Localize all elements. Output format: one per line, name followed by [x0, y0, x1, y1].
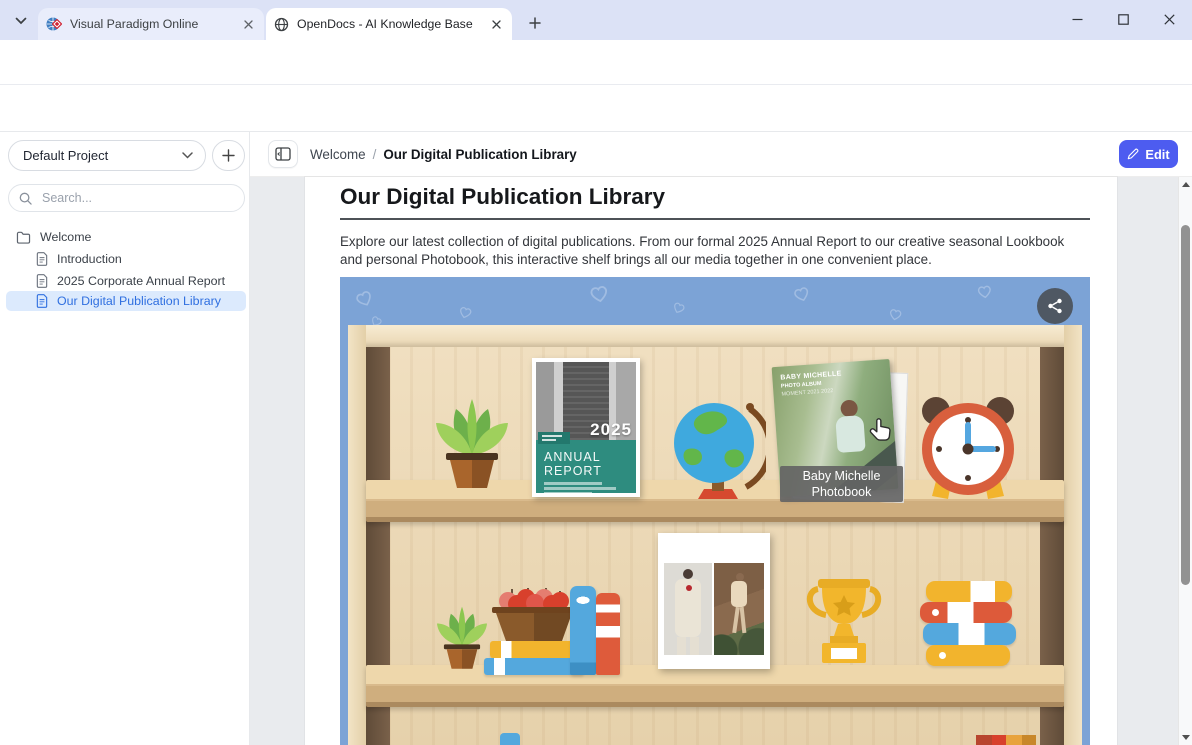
item-label: Our Digital Publication Library — [57, 294, 221, 308]
stacked-book-yellow — [490, 641, 580, 658]
photobook[interactable]: BABY MICHELLE PHOTO ALBUM MOMENT 2021 20… — [776, 361, 908, 507]
report-year: 2025 — [590, 420, 632, 440]
chevron-down-icon — [182, 152, 193, 159]
photobook-cover-title: BABY MICHELLE — [780, 370, 842, 381]
horizontal-book-stack — [920, 581, 1016, 669]
photobook-cover-caption: MOMENT 2021 2022 — [781, 388, 833, 398]
scrollbar[interactable] — [1178, 177, 1192, 745]
page-title: Our Digital Publication Library — [340, 184, 665, 210]
lookbook-magazine[interactable] — [658, 533, 770, 669]
window-close-button[interactable] — [1148, 0, 1190, 38]
browser-toolbar: ai-toolbox.visual-paradigm.com/app/opend… — [0, 40, 1192, 85]
document-icon — [36, 252, 48, 266]
sidebar-item-introduction[interactable]: Introduction — [36, 250, 242, 268]
sidebar-item-annual-report[interactable]: 2025 Corporate Annual Report — [36, 272, 242, 290]
report-text-line — [544, 482, 602, 485]
shelf-frame-top — [348, 325, 1082, 347]
tab-opendocs[interactable]: OpenDocs - AI Knowledge Base — [266, 8, 512, 40]
tab-visual-paradigm[interactable]: Visual Paradigm Online — [38, 8, 264, 40]
document-icon — [36, 294, 48, 308]
breadcrumb: Welcome / Our Digital Publication Librar… — [310, 132, 577, 176]
heart-doodle-icon — [790, 282, 813, 304]
tab-title: Visual Paradigm Online — [70, 17, 232, 31]
vertical-book-blue — [570, 586, 596, 675]
bottom-shelf-books — [976, 735, 1040, 745]
succulent-plant — [426, 393, 518, 489]
photobook-tooltip: Baby Michelle Photobook — [780, 466, 903, 502]
globe — [670, 393, 766, 501]
heart-doodle-icon — [975, 282, 994, 300]
tab-title: OpenDocs - AI Knowledge Base — [297, 17, 480, 31]
vertical-book-red — [596, 593, 620, 675]
folder-icon — [16, 231, 31, 244]
scrollbar-down-arrow[interactable] — [1182, 735, 1190, 740]
new-tab-button[interactable] — [522, 10, 548, 36]
content-area: Our Digital Publication Library Explore … — [250, 177, 1178, 745]
lookbook-photo-left — [664, 563, 712, 655]
tab-search-button[interactable] — [8, 9, 34, 33]
plus-icon — [529, 17, 541, 29]
tab-strip: Visual Paradigm Online OpenDocs - AI Kno… — [0, 0, 1192, 40]
scrollbar-thumb[interactable] — [1181, 225, 1190, 585]
report-title: ANNUAL REPORT — [544, 450, 602, 478]
hand-cursor-icon — [868, 417, 896, 447]
title-rule — [340, 218, 1090, 220]
chevron-down-icon — [15, 17, 27, 25]
sidebar-toggle-button[interactable] — [268, 140, 298, 168]
tab-close-icon[interactable] — [488, 16, 504, 32]
bookshelf-illustration[interactable]: 2025 ANNUAL REPORT — [340, 277, 1090, 745]
add-document-button[interactable] — [212, 140, 245, 171]
report-cover-bottom: ANNUAL REPORT — [536, 440, 636, 493]
stacked-book-blue — [484, 658, 584, 675]
heart-doodle-icon — [351, 286, 377, 311]
globe-favicon-icon — [274, 17, 289, 32]
heart-doodle-icon — [586, 281, 611, 305]
breadcrumb-bar: Welcome / Our Digital Publication Librar… — [250, 132, 1192, 177]
document-page: Our Digital Publication Library Explore … — [305, 177, 1117, 745]
photobook-child-dress — [835, 415, 865, 453]
edit-button[interactable]: Edit — [1119, 140, 1178, 168]
heart-doodle-icon — [456, 303, 474, 320]
alarm-clock — [914, 389, 1022, 501]
shelf-frame-left — [348, 325, 366, 745]
project-select[interactable]: Default Project — [8, 140, 206, 171]
window-maximize-button[interactable] — [1102, 0, 1144, 38]
tab-close-icon[interactable] — [240, 16, 256, 32]
breadcrumb-current: Our Digital Publication Library — [383, 147, 576, 162]
sidebar-item-publication-library[interactable]: Our Digital Publication Library — [6, 291, 246, 311]
image-share-button[interactable] — [1037, 288, 1073, 324]
search-input[interactable] — [40, 190, 214, 206]
bottom-shelf-book — [500, 733, 520, 745]
apple-basket — [488, 583, 580, 645]
breadcrumb-separator: / — [373, 147, 377, 162]
report-logo-badge — [538, 432, 570, 444]
search-icon — [19, 192, 32, 205]
trophy — [804, 573, 884, 669]
window-minimize-button[interactable] — [1056, 0, 1098, 38]
sidebar-folder-welcome[interactable]: Welcome — [16, 228, 242, 246]
pencil-icon — [1127, 148, 1139, 160]
heart-doodle-icon — [887, 306, 905, 323]
shelf-board-2 — [366, 665, 1064, 707]
lookbook-photo-right — [714, 563, 764, 655]
sidebar-search[interactable] — [8, 184, 245, 212]
shelf-frame-right — [1064, 325, 1082, 745]
annual-report-book[interactable]: 2025 ANNUAL REPORT — [532, 358, 640, 497]
report-text-line — [544, 492, 592, 495]
breadcrumb-parent[interactable]: Welcome — [310, 147, 366, 162]
item-label: Introduction — [57, 252, 122, 266]
visual-paradigm-favicon-icon — [46, 16, 62, 32]
page-paragraph: Explore our latest collection of digital… — [340, 233, 1090, 269]
heart-doodle-icon — [670, 299, 688, 317]
edit-label: Edit — [1145, 147, 1169, 162]
document-icon — [36, 274, 48, 288]
browser-window: Visual Paradigm Online OpenDocs - AI Kno… — [0, 0, 1192, 745]
report-text-line — [544, 487, 616, 490]
folder-label: Welcome — [40, 230, 91, 244]
scrollbar-up-arrow[interactable] — [1182, 182, 1190, 187]
sidebar: Default Project Welcome Introduction — [0, 132, 250, 745]
app-header: OpenDocs Powered by Visual Paradigm Shar… — [0, 85, 1192, 132]
project-select-value: Default Project — [23, 148, 182, 163]
item-label: 2025 Corporate Annual Report — [57, 274, 225, 288]
